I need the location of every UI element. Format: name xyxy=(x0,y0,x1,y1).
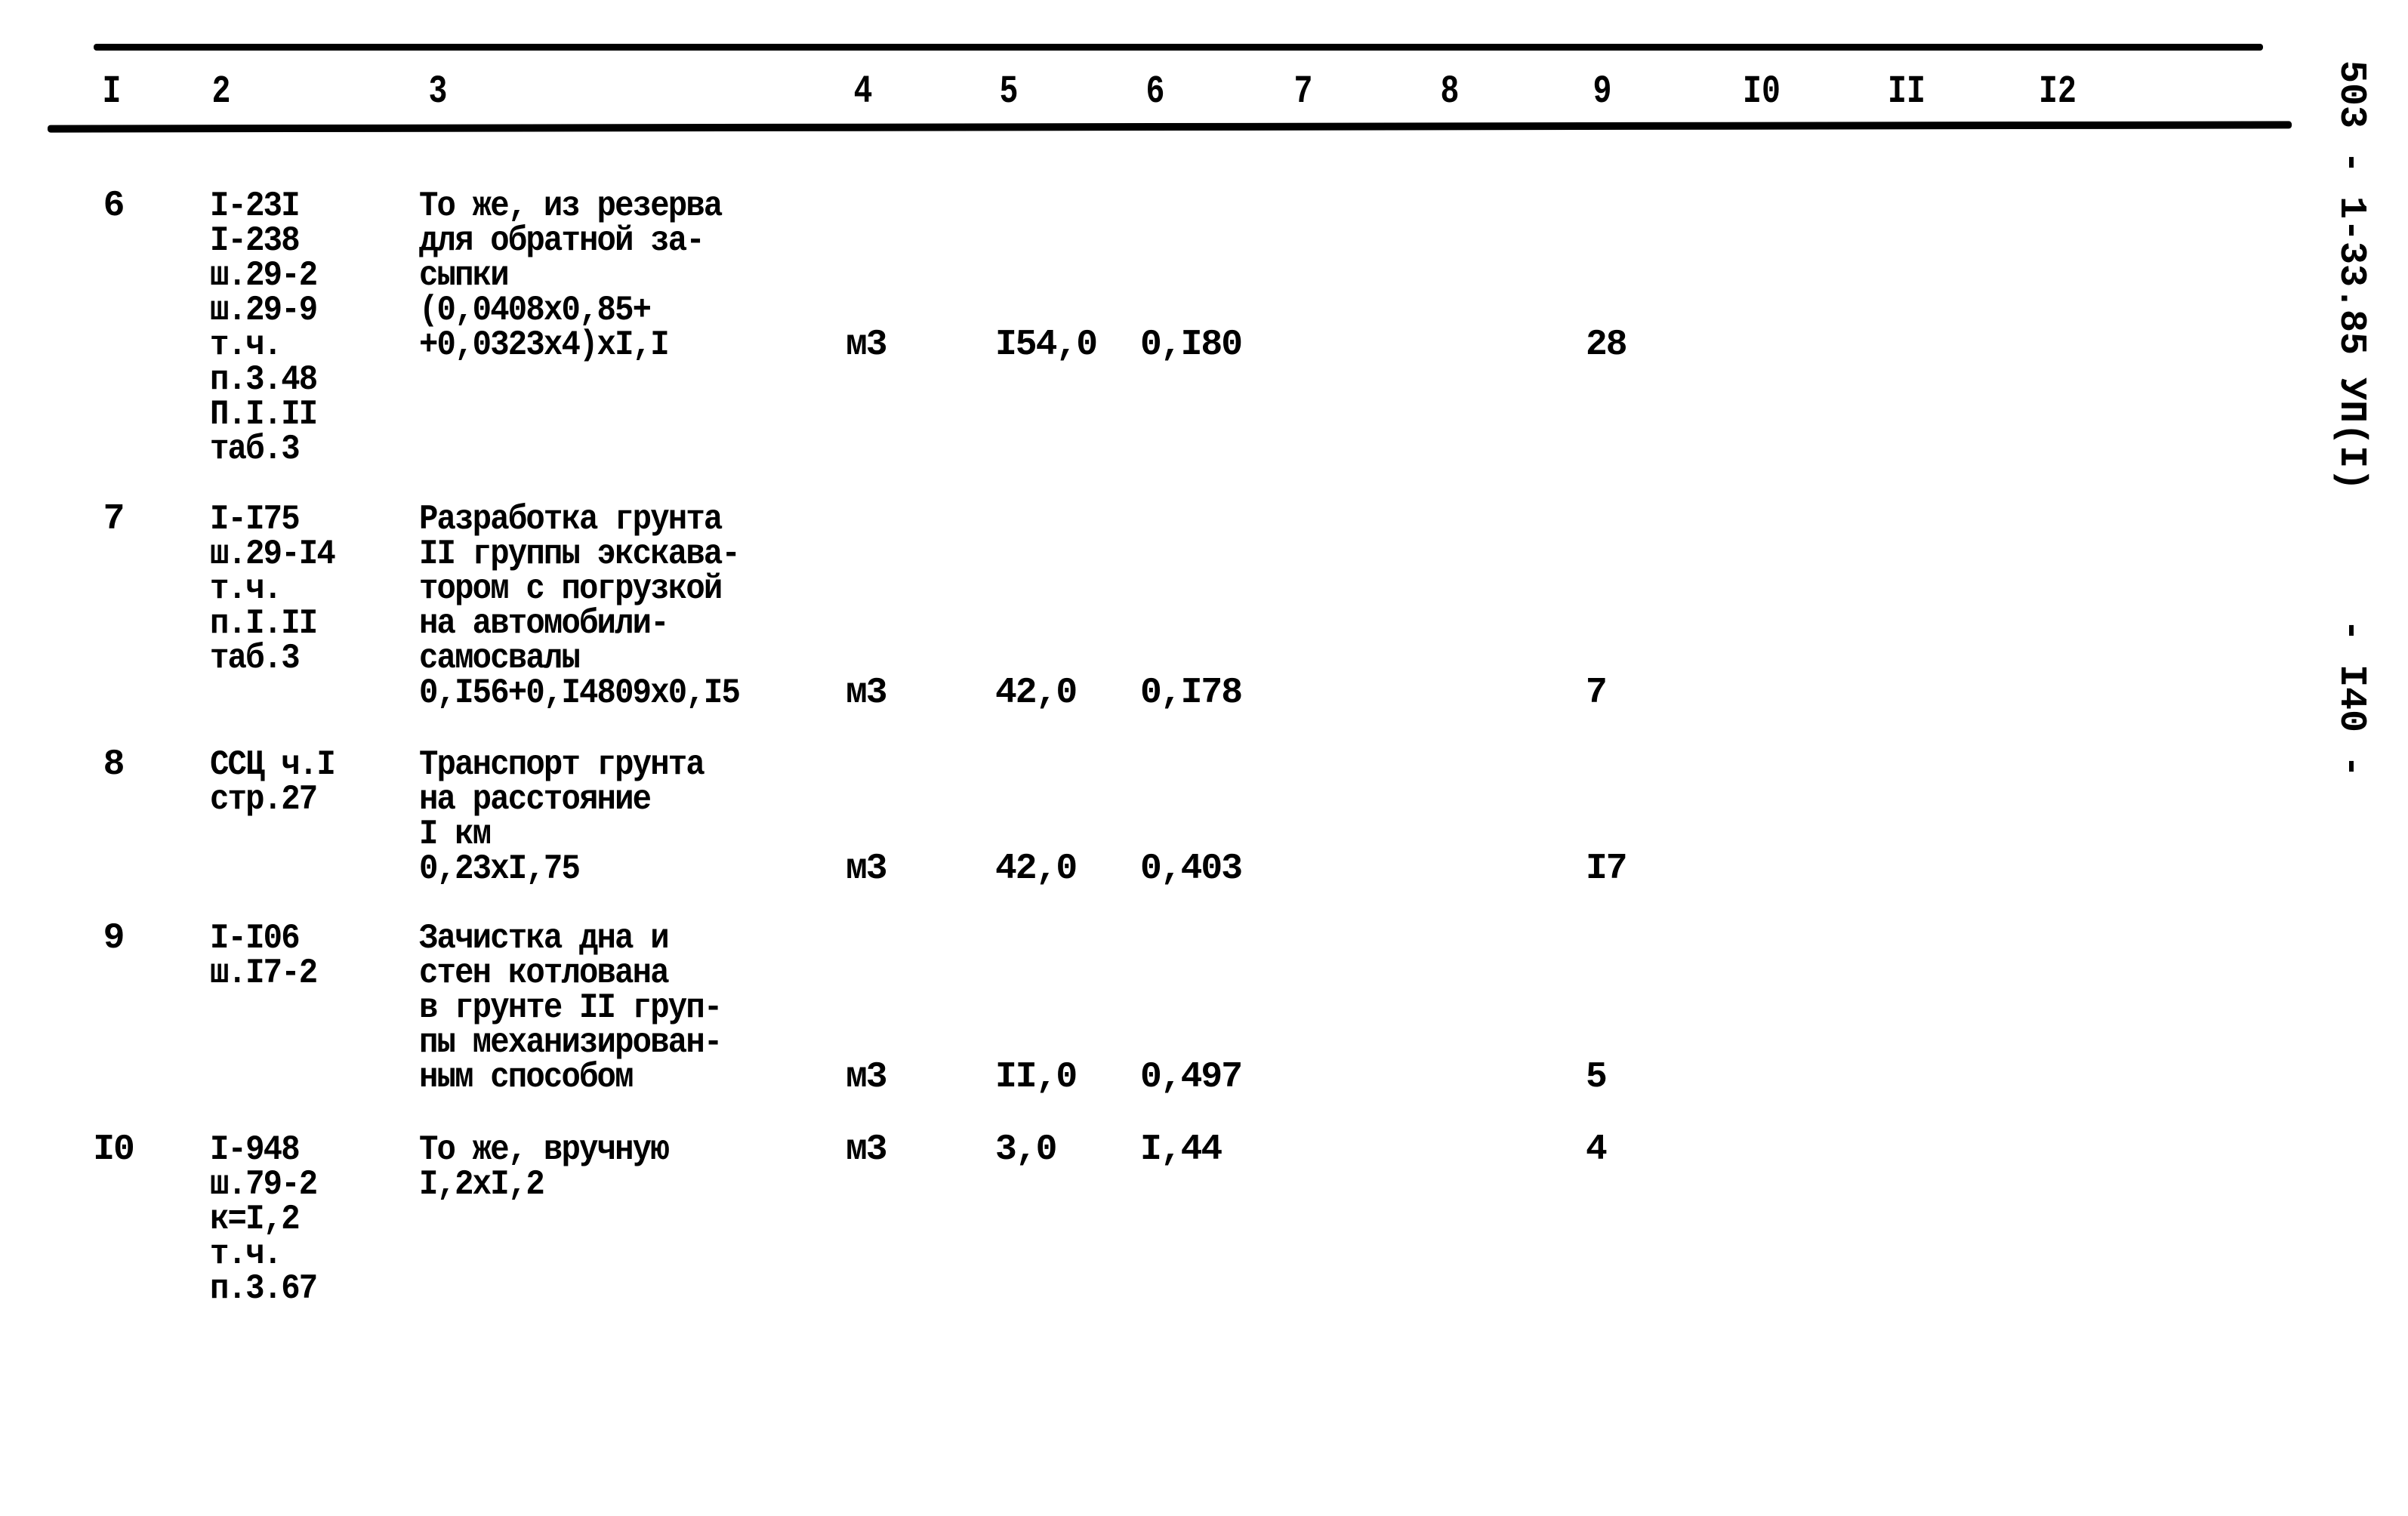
reference-line: ш.I7-2 xyxy=(210,954,318,993)
reference-line: ш.29-9 xyxy=(210,291,318,330)
column-header-4: 4 xyxy=(853,69,873,114)
unit-cell: м3 xyxy=(846,849,888,889)
reference-line: стр.27 xyxy=(210,780,318,819)
quantity-cell: II,0 xyxy=(995,1057,1078,1098)
reference-line: I-I06 xyxy=(210,919,301,958)
description-line: ным способом xyxy=(419,1058,634,1097)
quantity-cell: 42,0 xyxy=(995,673,1078,713)
unit-cell: м3 xyxy=(846,673,888,713)
column-header-3: 3 xyxy=(428,69,448,114)
reference-line: т.ч. xyxy=(210,1234,282,1274)
reference-line: I-238 xyxy=(210,221,301,260)
row-number: 8 xyxy=(103,744,125,785)
column-header-1: I xyxy=(102,69,122,114)
row-number: 9 xyxy=(103,918,125,959)
description-line: Транспорт грунта xyxy=(419,745,705,784)
description-line: в грунте II груп- xyxy=(419,988,723,1028)
description-line: на автомобили- xyxy=(419,604,670,643)
column-header-7: 7 xyxy=(1293,69,1313,114)
reference-line: ССЦ ч.I xyxy=(210,745,336,784)
column-9-cell: 28 xyxy=(1586,325,1628,365)
rate-cell: 0,I80 xyxy=(1140,325,1243,365)
column-header-2: 2 xyxy=(211,69,231,114)
column-header-5: 5 xyxy=(999,69,1019,114)
page-number: - I40 - xyxy=(2329,619,2373,778)
column-header-8: 8 xyxy=(1440,69,1460,114)
column-header-11: II xyxy=(1888,69,1925,114)
row-number: 6 xyxy=(103,186,125,226)
description-line: тором с погрузкой xyxy=(419,569,723,609)
reference-line: ш.79-2 xyxy=(210,1165,318,1204)
reference-line: п.3.67 xyxy=(210,1269,318,1308)
document-code: 503 - 1-33.85 УП(I) xyxy=(2329,60,2373,491)
unit-cell: м3 xyxy=(846,1129,888,1170)
description-line: +0,0323х4)хI,I xyxy=(419,325,670,365)
unit-cell: м3 xyxy=(846,1057,888,1098)
reference-line: I-23I xyxy=(210,186,301,226)
column-9-cell: 5 xyxy=(1586,1057,1608,1098)
description-line: То же, вручную xyxy=(419,1130,670,1169)
description-line: 0,I56+0,I4809х0,I5 xyxy=(419,673,741,713)
description-line: Разработка грунта xyxy=(419,500,723,539)
description-line: стен котлована xyxy=(419,954,670,993)
quantity-cell: 42,0 xyxy=(995,849,1078,889)
reference-line: I-I75 xyxy=(210,500,301,539)
rate-cell: 0,497 xyxy=(1140,1057,1243,1098)
reference-line: т.ч. xyxy=(210,569,282,609)
reference-line: т.ч. xyxy=(210,325,282,365)
column-header-12: I2 xyxy=(2039,69,2077,114)
description-line: I,2хI,2 xyxy=(419,1165,545,1204)
quantity-cell: I54,0 xyxy=(995,325,1098,365)
reference-line: к=I,2 xyxy=(210,1200,301,1239)
column-header-9: 9 xyxy=(1592,69,1612,114)
reference-line: ш.29-I4 xyxy=(210,535,336,574)
reference-line: п.I.II xyxy=(210,604,318,643)
rate-cell: 0,403 xyxy=(1140,849,1243,889)
rate-cell: I,44 xyxy=(1140,1129,1222,1170)
description-line: II группы экскава- xyxy=(419,535,741,574)
table-top-rule xyxy=(94,44,2263,51)
header-bottom-rule xyxy=(47,121,2292,133)
reference-line: таб.3 xyxy=(210,639,301,678)
unit-cell: м3 xyxy=(846,325,888,365)
column-9-cell: I7 xyxy=(1586,849,1628,889)
description-line: Зачистка дна и xyxy=(419,919,670,958)
quantity-cell: 3,0 xyxy=(995,1129,1057,1170)
description-line: I км xyxy=(419,815,492,854)
description-line: самосвалы xyxy=(419,639,581,678)
column-header-6: 6 xyxy=(1145,69,1165,114)
description-line: (0,0408х0,85+ xyxy=(419,291,652,330)
description-line: на расстояние xyxy=(419,780,652,819)
description-line: То же, из резерва xyxy=(419,186,723,226)
reference-line: I-948 xyxy=(210,1130,301,1169)
description-line: для обратной за- xyxy=(419,221,705,260)
column-9-cell: 7 xyxy=(1586,673,1608,713)
description-line: пы механизирован- xyxy=(419,1023,723,1062)
reference-line: П.I.II xyxy=(210,395,318,434)
reference-line: таб.3 xyxy=(210,430,301,469)
reference-line: ш.29-2 xyxy=(210,256,318,295)
rate-cell: 0,I78 xyxy=(1140,673,1243,713)
column-9-cell: 4 xyxy=(1586,1129,1608,1170)
reference-line: п.3.48 xyxy=(210,360,318,399)
description-line: 0,23хI,75 xyxy=(419,849,581,889)
row-number: 7 xyxy=(103,499,125,540)
column-header-10: I0 xyxy=(1743,69,1781,114)
row-number: I0 xyxy=(93,1129,135,1170)
description-line: сыпки xyxy=(419,256,510,295)
